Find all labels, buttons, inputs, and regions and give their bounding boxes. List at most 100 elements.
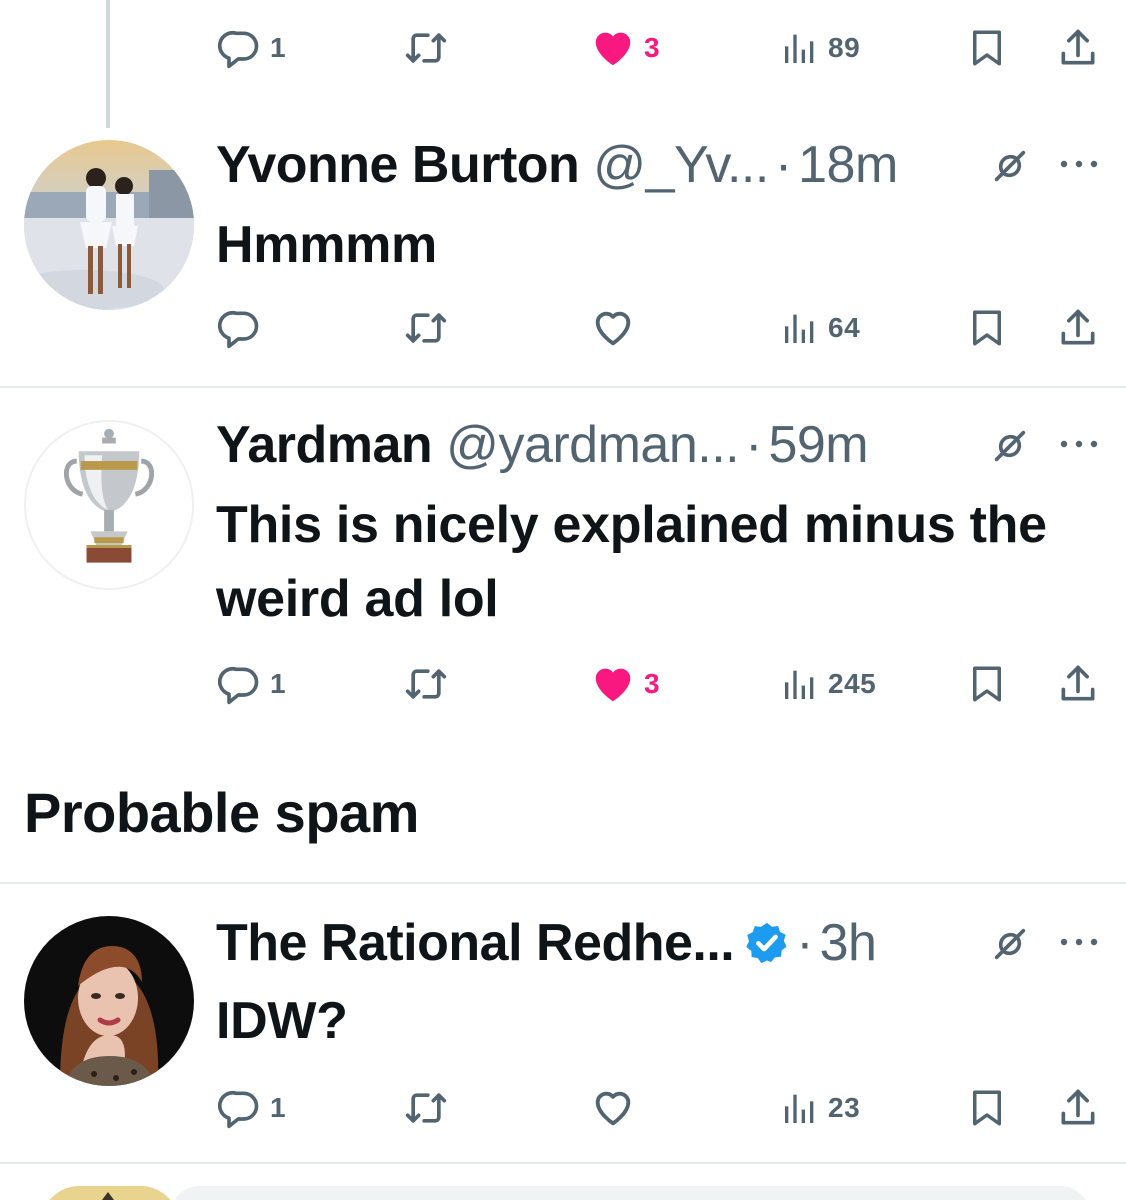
tweet-yardman[interactable]: Yardman @yardman... · 59m This is nicely… [0,410,1126,740]
separator-dot: · [796,914,814,972]
retweet-icon [404,1086,448,1130]
views-button[interactable]: 245 [780,654,876,714]
like-icon [590,305,636,351]
reply-icon [218,306,262,350]
share-icon [1056,306,1100,350]
bookmark-button[interactable] [966,1078,1008,1138]
share-button[interactable] [1056,18,1100,78]
retweet-button[interactable] [404,298,448,358]
more-icon[interactable] [1058,936,1100,948]
retweet-button[interactable] [404,654,448,714]
avatar-trophy-image [26,422,192,588]
timestamp[interactable]: 59m [768,415,868,475]
section-title-probable-spam[interactable]: Probable spam [24,780,419,845]
like-button[interactable]: 3 [590,18,660,78]
divider [0,386,1126,388]
user-handle[interactable]: @yardman... [446,415,739,475]
tweet-text: IDW? [216,992,348,1050]
like-button[interactable] [590,298,636,358]
views-icon [780,28,820,68]
avatar-partial-image [40,1186,180,1200]
views-count: 89 [828,32,861,63]
like-count: 3 [644,668,661,699]
like-count: 3 [644,32,661,63]
grok-icon[interactable] [990,924,1030,964]
reply-button[interactable]: 1 [218,18,286,78]
reply-icon [218,1086,262,1130]
views-icon [780,1088,820,1128]
tweet-action-bar: 1 3 245 [0,654,1126,714]
views-count: 64 [828,312,861,343]
grok-icon[interactable] [990,426,1030,466]
reply-icon [218,662,262,706]
retweet-button[interactable] [404,1078,448,1138]
bookmark-button[interactable] [966,654,1008,714]
share-icon [1056,26,1100,70]
bookmark-button[interactable] [966,298,1008,358]
avatar[interactable] [24,140,194,310]
bookmark-button[interactable] [966,18,1008,78]
tweet-action-bar: 1 3 89 [0,18,1126,78]
like-icon [590,661,636,707]
next-avatar[interactable] [40,1186,180,1200]
tweet-yvonne-burton[interactable]: Yvonne Burton @_Yv... · 18m Hmmmm 64 [0,130,1126,386]
views-count: 23 [828,1092,861,1123]
timestamp[interactable]: 3h [820,913,877,973]
divider [0,1162,1126,1164]
views-button[interactable]: 64 [780,298,860,358]
tweet-text: This is nicely explained minus the weird… [216,496,1047,628]
separator-dot: · [745,416,763,474]
user-handle[interactable]: @_Yv... [593,135,769,195]
separator-dot: · [774,136,793,194]
share-icon [1056,1086,1100,1130]
share-button[interactable] [1056,654,1100,714]
share-button[interactable] [1056,1078,1100,1138]
views-count: 245 [828,668,877,699]
tweet-text: Hmmmm [216,216,437,274]
reply-button[interactable]: 1 [218,654,286,714]
display-name[interactable]: Yvonne Burton [216,135,580,195]
tweet-rational-redhead[interactable]: The Rational Redhe... · 3h IDW? 1 23 [0,908,1126,1158]
tweet-header: Yardman @yardman... · 59m [216,410,869,480]
reply-button[interactable]: 1 [218,1078,286,1138]
views-button[interactable]: 89 [780,18,860,78]
divider [0,882,1126,884]
reply-icon [218,26,262,70]
bookmark-icon [966,27,1008,69]
views-icon [780,308,820,348]
reply-composer-input[interactable] [170,1186,1090,1200]
display-name[interactable]: Yardman [216,415,433,475]
tweet-header: The Rational Redhe... · 3h [216,908,877,978]
retweet-icon [404,26,448,70]
tweet-action-bar: 1 23 [0,1078,1126,1138]
retweet-icon [404,306,448,350]
tweet-header: Yvonne Burton @_Yv... · 18m [216,130,898,200]
display-name[interactable]: The Rational Redhe... [216,913,735,973]
share-icon [1056,662,1100,706]
verified-icon [744,920,790,966]
like-button[interactable] [590,1078,636,1138]
tweet-action-bar: 64 [0,298,1126,358]
reply-count: 1 [270,32,287,63]
more-icon[interactable] [1058,158,1100,170]
like-button[interactable]: 3 [590,654,660,714]
retweet-icon [404,662,448,706]
retweet-button[interactable] [404,18,448,78]
avatar-beach-photo [24,140,194,310]
bookmark-icon [966,307,1008,349]
like-icon [590,1085,636,1131]
timestamp[interactable]: 18m [798,135,898,195]
more-icon[interactable] [1058,438,1100,450]
bookmark-icon [966,663,1008,705]
avatar-portrait-photo [24,916,194,1086]
reply-button[interactable] [218,298,262,358]
views-button[interactable]: 23 [780,1078,860,1138]
bookmark-icon [966,1087,1008,1129]
avatar[interactable] [24,916,194,1086]
views-icon [780,664,820,704]
grok-icon[interactable] [990,146,1030,186]
avatar[interactable] [24,420,194,590]
share-button[interactable] [1056,298,1100,358]
reply-count: 1 [270,1092,287,1123]
like-icon [590,25,636,71]
